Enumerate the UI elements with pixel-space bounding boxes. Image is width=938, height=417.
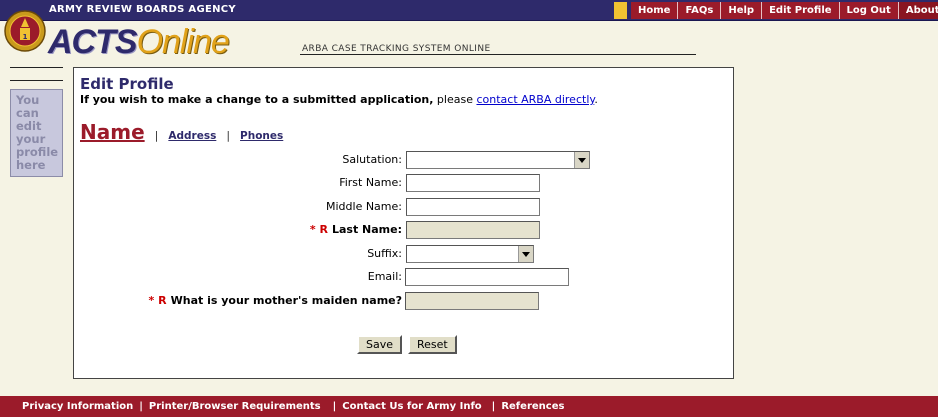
tab-separator: |	[226, 129, 231, 142]
edit-profile-panel: Edit Profile If you wish to make a chang…	[73, 67, 734, 379]
acts-online-logo: ACTSOnline	[48, 23, 230, 61]
first-name-row: First Name:	[74, 174, 733, 192]
svg-text:1: 1	[23, 33, 28, 41]
middle-name-row: Middle Name:	[74, 198, 733, 216]
suffix-row: Suffix:	[74, 245, 733, 263]
suffix-select[interactable]	[406, 245, 534, 263]
maiden-name-row: * R What is your mother's maiden name?	[74, 292, 733, 310]
last-name-row: * R Last Name:	[74, 221, 733, 239]
form-buttons: Save Reset	[357, 335, 457, 354]
middle-name-field[interactable]	[406, 198, 540, 216]
profile-tabs: Name | Address | Phones	[80, 120, 283, 144]
last-name-label: * R Last Name:	[310, 223, 402, 236]
maiden-name-label-text: What is your mother's maiden name?	[170, 294, 402, 307]
nav-help[interactable]: Help	[720, 2, 761, 19]
salutation-label: Salutation:	[342, 153, 402, 166]
middle-name-label: Middle Name:	[326, 200, 402, 213]
email-row: Email:	[74, 268, 733, 286]
contact-arba-link[interactable]: contact ARBA directly	[476, 93, 594, 106]
nav-home[interactable]: Home	[631, 2, 677, 19]
notice-plain: please	[433, 93, 477, 106]
maiden-name-field[interactable]	[405, 292, 539, 310]
tab-address[interactable]: Address	[168, 130, 216, 142]
last-name-label-text: Last Name:	[331, 223, 402, 236]
salutation-select[interactable]	[406, 151, 590, 169]
first-name-field[interactable]	[406, 174, 540, 192]
notice-bold: If you wish to make a change to a submit…	[80, 93, 434, 106]
sidebar-divider	[10, 67, 63, 68]
chevron-down-icon[interactable]	[574, 152, 589, 168]
top-nav: Home FAQs Help Edit Profile Log Out Abou…	[631, 2, 938, 19]
tab-separator: |	[154, 129, 159, 142]
save-button[interactable]: Save	[357, 335, 403, 354]
last-name-field[interactable]	[406, 221, 540, 239]
footer-privacy-link[interactable]: Privacy Information	[16, 401, 139, 412]
reset-button[interactable]: Reset	[408, 335, 457, 354]
agency-name: ARMY REVIEW BOARDS AGENCY	[49, 4, 236, 15]
notice-end: .	[594, 93, 598, 106]
chevron-down-icon[interactable]	[518, 246, 533, 262]
nav-edit-profile[interactable]: Edit Profile	[761, 2, 838, 19]
tab-phones[interactable]: Phones	[240, 130, 283, 142]
email-label: Email:	[367, 270, 402, 283]
tab-name[interactable]: Name	[80, 120, 145, 144]
army-seal-icon: 1	[4, 10, 46, 52]
sidebar-divider	[10, 80, 63, 81]
suffix-label: Suffix:	[367, 247, 402, 260]
nav-log-out[interactable]: Log Out	[838, 2, 898, 19]
top-bar: ARMY REVIEW BOARDS AGENCY Home FAQs Help…	[0, 0, 938, 21]
notice-text: If you wish to make a change to a submit…	[80, 93, 598, 106]
logo-subtitle: ARBA CASE TRACKING SYSTEM ONLINE	[302, 44, 491, 54]
maiden-name-label: * R What is your mother's maiden name?	[149, 294, 402, 307]
sidebar-note: You can edit your profile here	[10, 89, 63, 177]
footer-references-link[interactable]: References	[495, 401, 570, 412]
logo-acts: ACTS	[48, 23, 138, 61]
nav-about[interactable]: About	[897, 2, 938, 19]
page-title: Edit Profile	[80, 75, 174, 93]
required-marker: * R	[309, 223, 328, 236]
logo-divider	[300, 54, 696, 55]
logo-online: Online	[136, 23, 230, 61]
footer-contact-link[interactable]: Contact Us for Army Info	[336, 401, 487, 412]
email-field[interactable]	[405, 268, 569, 286]
nav-faqs[interactable]: FAQs	[677, 2, 720, 19]
salutation-row: Salutation:	[74, 151, 733, 169]
footer: Privacy Information | Printer/Browser Re…	[0, 396, 938, 417]
required-marker: * R	[148, 294, 167, 307]
nav-accent	[614, 2, 627, 19]
first-name-label: First Name:	[339, 176, 402, 189]
footer-printer-link[interactable]: Printer/Browser Requirements	[143, 401, 327, 412]
